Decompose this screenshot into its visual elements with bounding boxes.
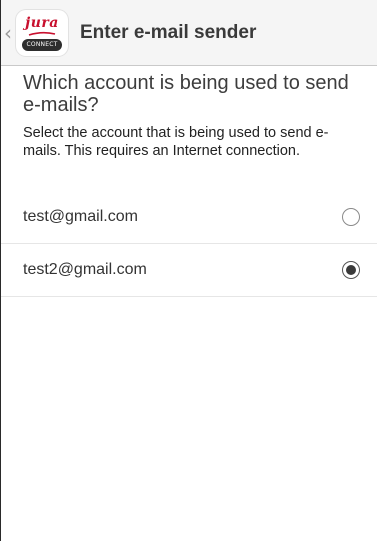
chevron-left-icon: ‹ [4,20,12,45]
page-title: Enter e-mail sender [80,21,257,43]
description-text: Select the account that is being used to… [23,125,329,159]
app-logo: jura CONNECT [16,9,68,56]
logo-badge: CONNECT [22,38,62,51]
action-bar: ‹ jura CONNECT Enter e-mail sender [1,0,377,66]
main-content: Which account is being used to send e-ma… [23,72,363,160]
back-button[interactable]: ‹ jura CONNECT [1,0,68,66]
account-option[interactable]: test2@gmail.com [1,244,377,297]
account-list: test@gmail.com test2@gmail.com [1,191,377,297]
account-email: test2@gmail.com [23,261,147,278]
app-screen: ‹ jura CONNECT Enter e-mail sender Which… [0,0,377,541]
account-option[interactable]: test@gmail.com [1,191,377,244]
radio-button[interactable] [342,208,360,226]
account-email: test@gmail.com [23,208,138,225]
radio-button-selected[interactable] [342,261,360,279]
question-heading: Which account is being used to send e-ma… [23,72,349,116]
logo-swoosh-icon [28,31,56,36]
logo-wordmark: jura [25,14,59,31]
